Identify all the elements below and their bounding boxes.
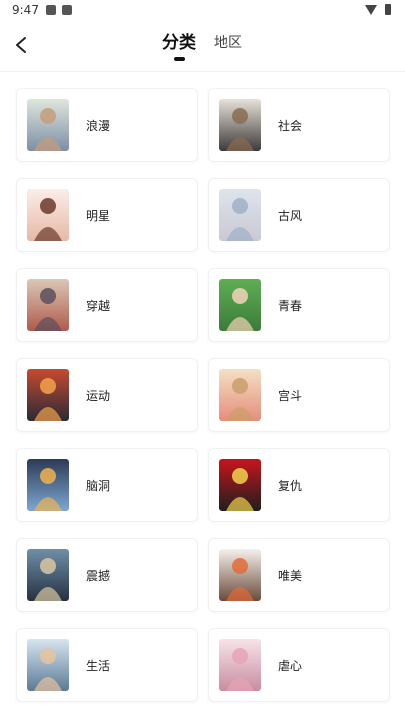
app-notification-icon <box>62 5 72 15</box>
tab-region[interactable]: 地区 <box>214 30 242 60</box>
battery-icon <box>385 4 391 15</box>
category-label: 唯美 <box>278 568 303 583</box>
status-bar: 9:47 <box>0 0 405 22</box>
category-card[interactable]: 浪漫 <box>16 88 198 162</box>
category-label: 复仇 <box>278 478 303 493</box>
category-cover-image <box>27 639 69 691</box>
category-label: 运动 <box>86 388 111 403</box>
category-label: 震撼 <box>86 568 111 583</box>
category-cover-image <box>219 549 261 601</box>
notification-icons <box>46 5 72 15</box>
header-divider <box>0 71 405 72</box>
category-cover-image <box>27 459 69 511</box>
category-cover-image <box>27 369 69 421</box>
category-label: 生活 <box>86 658 111 673</box>
category-label: 穿越 <box>86 298 111 313</box>
category-card[interactable]: 青春 <box>208 268 390 342</box>
gallery-notification-icon <box>46 5 56 15</box>
tab-category[interactable]: 分类 <box>162 30 196 61</box>
category-card[interactable]: 虐心 <box>208 628 390 702</box>
category-cover-image <box>27 189 69 241</box>
category-card[interactable]: 震撼 <box>16 538 198 612</box>
category-cover-image <box>219 99 261 151</box>
category-label: 青春 <box>278 298 303 313</box>
category-card[interactable]: 社会 <box>208 88 390 162</box>
category-cover-image <box>219 369 261 421</box>
category-label: 社会 <box>278 118 303 133</box>
status-time: 9:47 <box>12 3 39 17</box>
category-card[interactable]: 复仇 <box>208 448 390 522</box>
category-label: 古风 <box>278 208 303 223</box>
category-label: 虐心 <box>278 658 303 673</box>
wifi-icon <box>365 4 377 15</box>
category-card[interactable]: 古风 <box>208 178 390 252</box>
category-card[interactable]: 生活 <box>16 628 198 702</box>
tab-region-label: 地区 <box>214 35 242 51</box>
category-grid: 浪漫 社会明星 古风穿越 青春运动 宫斗脑洞 复仇震撼 唯美生活 虐心 <box>16 88 390 702</box>
category-cover-image <box>27 279 69 331</box>
category-cover-image <box>219 639 261 691</box>
category-cover-image <box>27 549 69 601</box>
category-card[interactable]: 明星 <box>16 178 198 252</box>
category-label: 宫斗 <box>278 388 303 403</box>
category-label: 明星 <box>86 208 111 223</box>
tab-category-label: 分类 <box>162 33 196 53</box>
category-card[interactable]: 运动 <box>16 358 198 432</box>
back-button[interactable] <box>6 30 36 60</box>
category-cover-image <box>219 189 261 241</box>
tab-bar: 分类 地区 <box>162 30 242 61</box>
category-card[interactable]: 宫斗 <box>208 358 390 432</box>
chevron-left-icon <box>16 37 26 53</box>
category-card[interactable]: 穿越 <box>16 268 198 342</box>
category-cover-image <box>219 459 261 511</box>
category-label: 脑洞 <box>86 478 111 493</box>
category-cover-image <box>219 279 261 331</box>
header: 分类 地区 <box>0 22 405 72</box>
category-card[interactable]: 唯美 <box>208 538 390 612</box>
active-tab-indicator <box>174 57 185 61</box>
category-label: 浪漫 <box>86 118 111 133</box>
system-icons <box>365 4 391 15</box>
category-cover-image <box>27 99 69 151</box>
category-card[interactable]: 脑洞 <box>16 448 198 522</box>
